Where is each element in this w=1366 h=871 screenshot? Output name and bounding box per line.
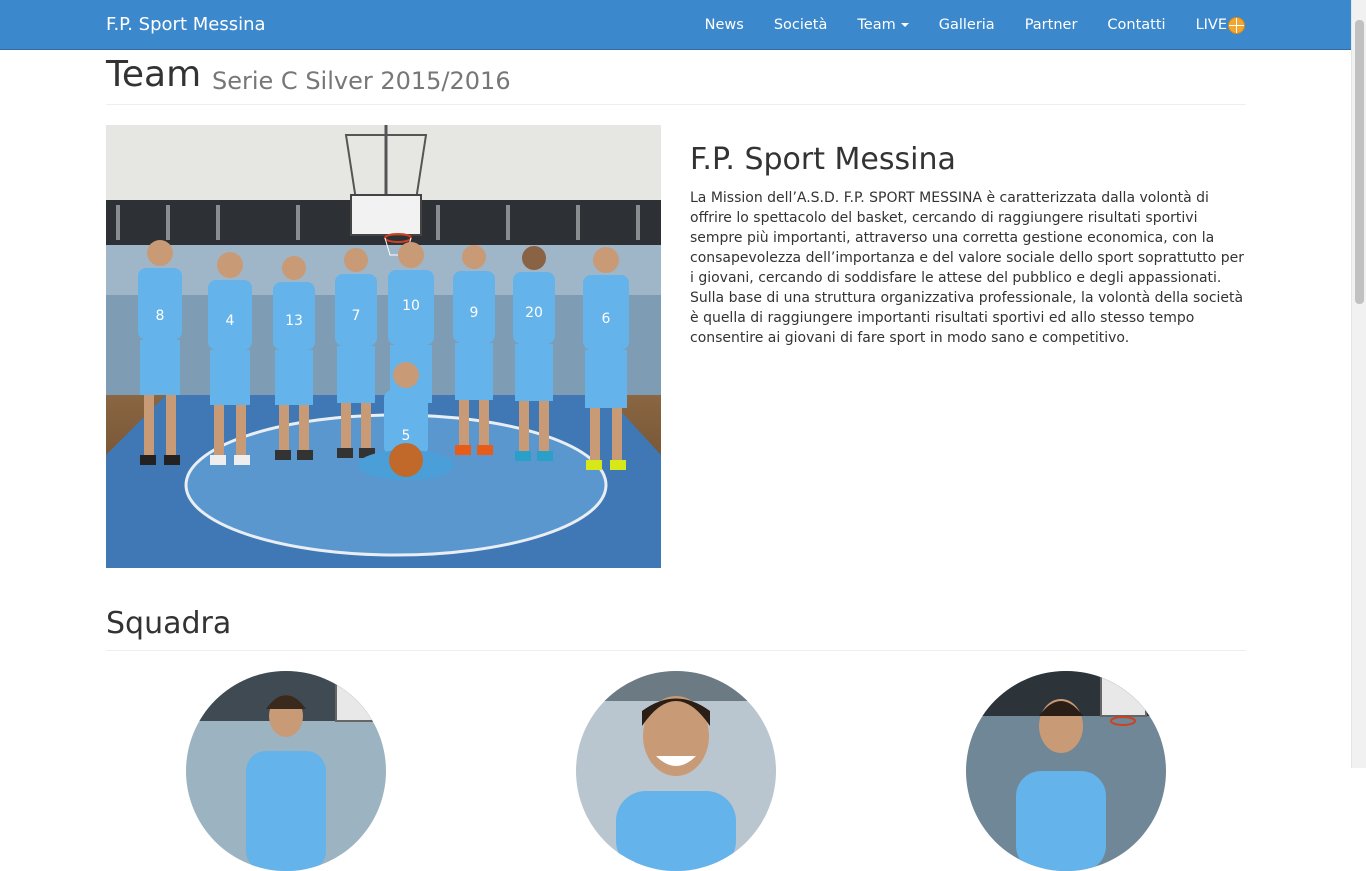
nav-galleria[interactable]: Galleria bbox=[939, 17, 995, 33]
page-title: Team bbox=[106, 54, 202, 95]
nav-live-label: LIVE bbox=[1195, 17, 1227, 33]
team-photo: 8 4 13 7 10 9 20 6 5 bbox=[106, 125, 661, 568]
basketball-icon bbox=[1228, 16, 1245, 34]
nav-team-dropdown[interactable]: Team bbox=[857, 17, 909, 33]
page-header: Team Serie C Silver 2015/2016 bbox=[106, 52, 1246, 105]
jersey-number-label: 10 bbox=[402, 298, 420, 314]
jersey-number-label: 6 bbox=[602, 311, 611, 327]
player-photo-image bbox=[186, 671, 386, 871]
navbar: F.P. Sport Messina News Società Team Gal… bbox=[0, 0, 1351, 50]
squad-section-header: Squadra bbox=[106, 600, 1246, 651]
jersey-number-label: 13 bbox=[285, 313, 303, 329]
player-photo-image bbox=[576, 671, 776, 871]
caret-down-icon bbox=[900, 23, 909, 27]
player-photo[interactable] bbox=[186, 671, 386, 871]
nav-live[interactable]: LIVE bbox=[1195, 16, 1245, 34]
jersey-number-label: 4 bbox=[226, 313, 235, 329]
player-photo[interactable] bbox=[576, 671, 776, 871]
nav-team-label: Team bbox=[857, 17, 896, 33]
jersey-number-label: 8 bbox=[156, 308, 165, 324]
intro-text: La Mission dell’A.S.D. F.P. SPORT MESSIN… bbox=[690, 190, 1245, 346]
jersey-number-label: 9 bbox=[470, 305, 479, 321]
jersey-number-label: 5 bbox=[402, 428, 411, 444]
player-photo-image bbox=[966, 671, 1166, 871]
nav-societa[interactable]: Società bbox=[774, 17, 828, 33]
scrollbar[interactable] bbox=[1351, 0, 1366, 768]
intro-title: F.P. Sport Messina bbox=[690, 142, 956, 177]
nav-contatti[interactable]: Contatti bbox=[1107, 17, 1165, 33]
jersey-number-label: 20 bbox=[525, 305, 543, 321]
team-photo-image: 8 4 13 7 10 9 20 6 5 bbox=[106, 125, 661, 568]
jersey-number-label: 7 bbox=[352, 308, 361, 324]
brand-link[interactable]: F.P. Sport Messina bbox=[106, 14, 266, 35]
nav-partner[interactable]: Partner bbox=[1025, 17, 1078, 33]
main-nav: News Società Team Galleria Partner Conta… bbox=[705, 0, 1245, 50]
page-subtitle: Serie C Silver 2015/2016 bbox=[212, 67, 511, 95]
scrollbar-thumb[interactable] bbox=[1355, 20, 1364, 304]
player-photo[interactable] bbox=[966, 671, 1166, 871]
squad-title: Squadra bbox=[106, 606, 232, 641]
nav-news[interactable]: News bbox=[705, 17, 744, 33]
